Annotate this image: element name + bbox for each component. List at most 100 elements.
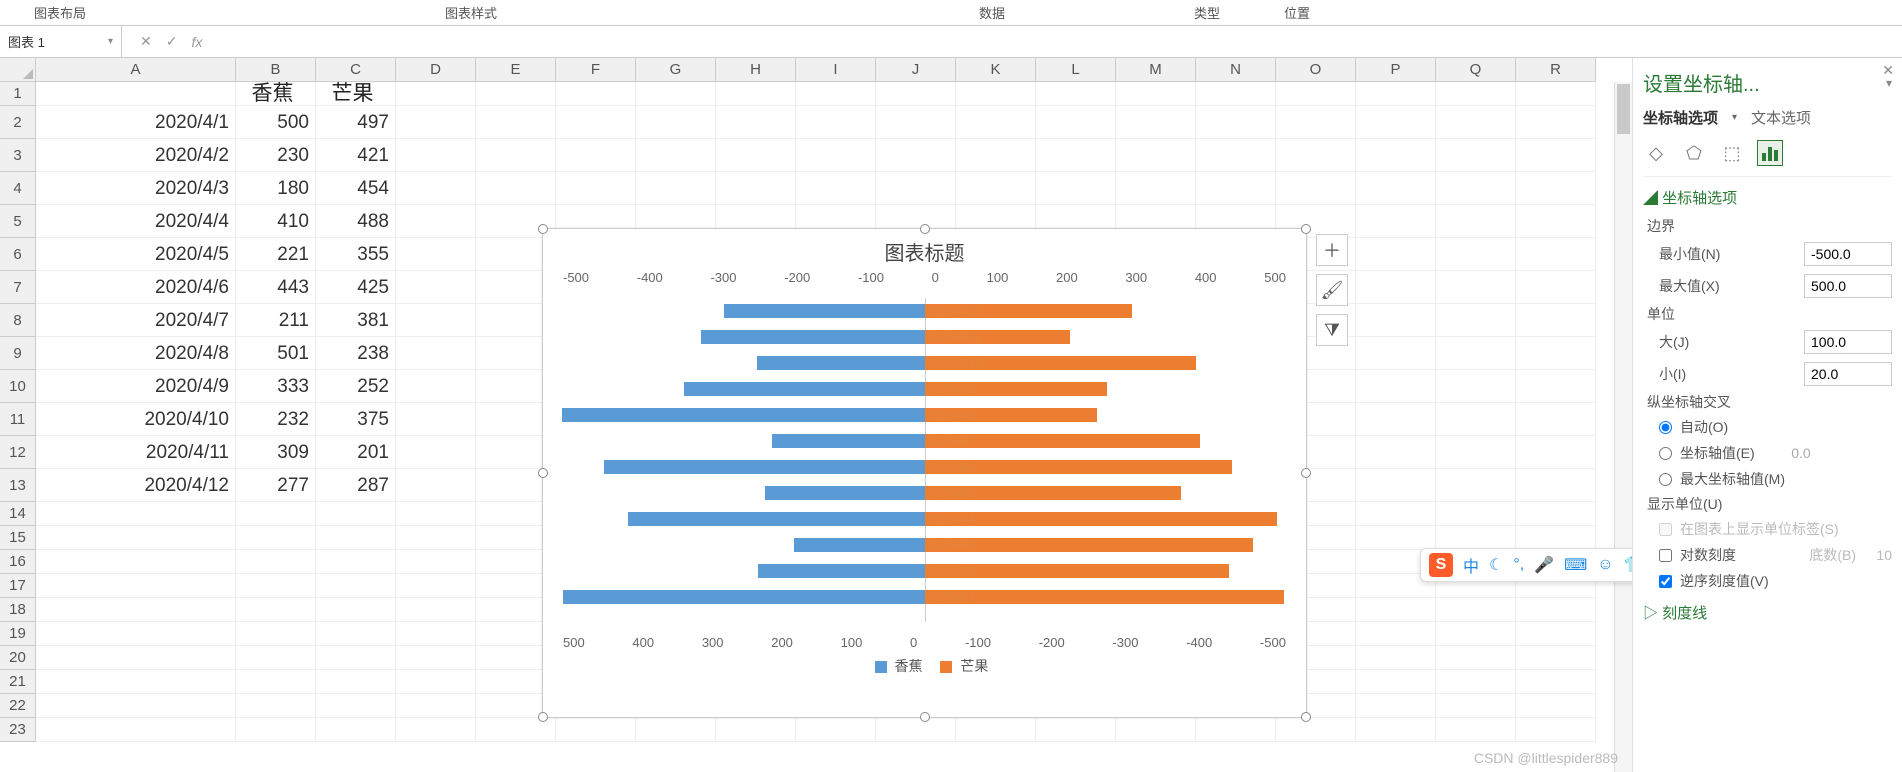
cell[interactable] bbox=[316, 646, 396, 670]
cell[interactable] bbox=[1276, 718, 1356, 742]
cell[interactable] bbox=[796, 172, 876, 205]
resize-handle[interactable] bbox=[1301, 468, 1311, 478]
cell[interactable] bbox=[1196, 718, 1276, 742]
cell[interactable] bbox=[1436, 304, 1516, 337]
column-header[interactable]: O bbox=[1276, 58, 1356, 82]
cell[interactable]: 454 bbox=[316, 172, 396, 205]
effects-icon[interactable]: ⬠ bbox=[1681, 140, 1707, 166]
cell[interactable] bbox=[1436, 622, 1516, 646]
cell[interactable] bbox=[1356, 670, 1436, 694]
row-header[interactable]: 3 bbox=[0, 139, 36, 172]
cell[interactable]: 香蕉 bbox=[236, 82, 316, 106]
cell[interactable] bbox=[1116, 82, 1196, 106]
cell[interactable] bbox=[1436, 403, 1516, 436]
chart-bar-blue[interactable] bbox=[765, 486, 925, 500]
chart-bar-blue[interactable] bbox=[724, 304, 924, 318]
cell[interactable] bbox=[1356, 304, 1436, 337]
cell[interactable] bbox=[316, 598, 396, 622]
cell[interactable] bbox=[1356, 403, 1436, 436]
cell[interactable] bbox=[876, 106, 956, 139]
chart-title[interactable]: 图表标题 bbox=[543, 229, 1306, 270]
column-header[interactable]: A bbox=[36, 58, 236, 82]
row-header[interactable]: 18 bbox=[0, 598, 36, 622]
ribbon-group-position[interactable]: 位置 bbox=[1252, 3, 1342, 22]
cell[interactable] bbox=[1436, 670, 1516, 694]
cell[interactable] bbox=[316, 622, 396, 646]
cell[interactable]: 211 bbox=[236, 304, 316, 337]
row-header[interactable]: 19 bbox=[0, 622, 36, 646]
row-header[interactable]: 15 bbox=[0, 526, 36, 550]
column-header[interactable]: H bbox=[716, 58, 796, 82]
chart-style-button[interactable]: 🖌 bbox=[1316, 274, 1348, 306]
cell[interactable] bbox=[36, 598, 236, 622]
cell[interactable] bbox=[1516, 622, 1596, 646]
column-header[interactable]: D bbox=[396, 58, 476, 82]
cell[interactable] bbox=[396, 304, 476, 337]
cell[interactable] bbox=[636, 139, 716, 172]
row-header[interactable]: 6 bbox=[0, 238, 36, 271]
row-header[interactable]: 13 bbox=[0, 469, 36, 502]
chart-filter-button[interactable]: ⧩ bbox=[1316, 314, 1348, 346]
cell[interactable] bbox=[956, 82, 1036, 106]
cell[interactable] bbox=[796, 139, 876, 172]
cell[interactable]: 2020/4/9 bbox=[36, 370, 236, 403]
cell[interactable] bbox=[1036, 106, 1116, 139]
scrollbar-thumb[interactable] bbox=[1617, 84, 1630, 134]
column-header[interactable]: M bbox=[1116, 58, 1196, 82]
ribbon-group-data[interactable]: 数据 bbox=[822, 3, 1162, 22]
size-icon[interactable]: ⬚ bbox=[1719, 140, 1745, 166]
cell[interactable] bbox=[476, 106, 556, 139]
cell[interactable] bbox=[1436, 370, 1516, 403]
column-header[interactable]: C bbox=[316, 58, 396, 82]
cell[interactable] bbox=[1356, 622, 1436, 646]
ime-logo-icon[interactable]: S bbox=[1429, 553, 1453, 577]
chart-bar-blue[interactable] bbox=[684, 382, 925, 396]
cell[interactable] bbox=[556, 718, 636, 742]
cell[interactable]: 221 bbox=[236, 238, 316, 271]
cell[interactable] bbox=[636, 172, 716, 205]
cell[interactable] bbox=[876, 172, 956, 205]
column-header[interactable]: G bbox=[636, 58, 716, 82]
cell[interactable] bbox=[36, 82, 236, 106]
cell[interactable]: 2020/4/12 bbox=[36, 469, 236, 502]
cell[interactable] bbox=[1436, 337, 1516, 370]
cell[interactable] bbox=[716, 106, 796, 139]
cell[interactable] bbox=[1356, 646, 1436, 670]
cell[interactable] bbox=[1436, 172, 1516, 205]
resize-handle[interactable] bbox=[920, 712, 930, 722]
cell[interactable] bbox=[396, 337, 476, 370]
cell[interactable] bbox=[396, 598, 476, 622]
chart-bar-blue[interactable] bbox=[794, 538, 924, 552]
cell[interactable] bbox=[1436, 694, 1516, 718]
row-header[interactable]: 10 bbox=[0, 370, 36, 403]
input-max[interactable] bbox=[1804, 274, 1892, 298]
cell[interactable] bbox=[36, 718, 236, 742]
column-header[interactable]: R bbox=[1516, 58, 1596, 82]
column-header[interactable]: N bbox=[1196, 58, 1276, 82]
cell[interactable] bbox=[1276, 82, 1356, 106]
cell[interactable] bbox=[636, 82, 716, 106]
cell[interactable] bbox=[1516, 205, 1596, 238]
cell[interactable] bbox=[236, 694, 316, 718]
cell[interactable]: 277 bbox=[236, 469, 316, 502]
row-header[interactable]: 22 bbox=[0, 694, 36, 718]
cell[interactable] bbox=[396, 502, 476, 526]
radio-cross-max[interactable] bbox=[1659, 473, 1672, 486]
cell[interactable] bbox=[1356, 694, 1436, 718]
cell[interactable] bbox=[1196, 139, 1276, 172]
cell[interactable] bbox=[1516, 436, 1596, 469]
chart-bar-blue[interactable] bbox=[562, 408, 924, 422]
cell[interactable] bbox=[316, 718, 396, 742]
chart-bar-blue[interactable] bbox=[701, 330, 924, 344]
column-header[interactable]: L bbox=[1036, 58, 1116, 82]
cell[interactable] bbox=[1436, 82, 1516, 106]
cell[interactable] bbox=[1356, 106, 1436, 139]
cell[interactable]: 287 bbox=[316, 469, 396, 502]
cell[interactable] bbox=[636, 718, 716, 742]
cell[interactable]: 2020/4/11 bbox=[36, 436, 236, 469]
cell[interactable]: 201 bbox=[316, 436, 396, 469]
cell[interactable] bbox=[1436, 139, 1516, 172]
cell[interactable] bbox=[1516, 598, 1596, 622]
name-box[interactable]: 图表 1 ▾ bbox=[0, 26, 122, 57]
ime-punct-icon[interactable]: °, bbox=[1513, 556, 1524, 574]
